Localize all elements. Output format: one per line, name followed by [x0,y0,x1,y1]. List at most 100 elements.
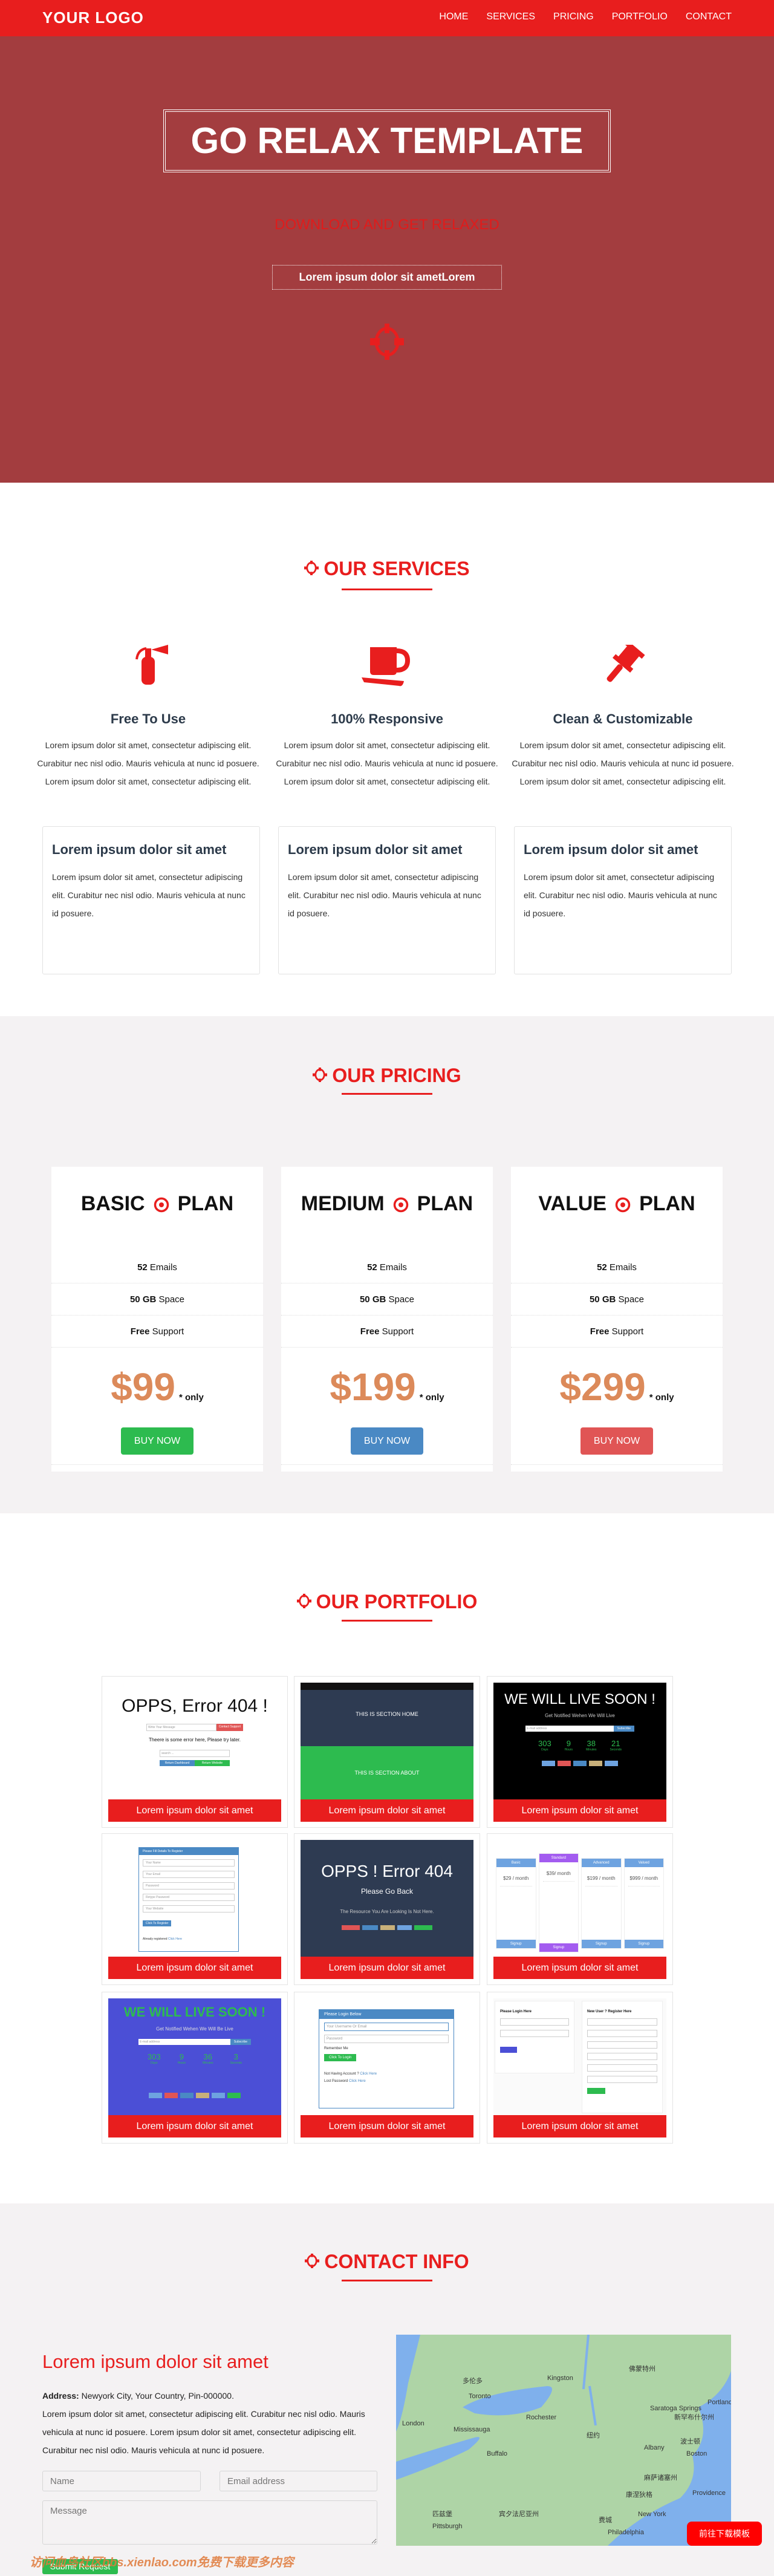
portfolio-caption: Lorem ipsum dolor sit amet [301,1957,473,1979]
thumb-title: OPPS, Error 404 ! [122,1696,268,1716]
plan-title: VALUE PLAN [511,1192,723,1228]
portfolio-item[interactable]: THIS IS SECTION HOME THIS IS SECTION ABO… [294,1676,480,1828]
plan-suffix: PLAN [177,1192,234,1215]
pricing-section: OUR PRICING BASIC PLAN 52 Emails 50 GB Sp… [0,1016,774,1513]
gavel-icon [607,645,645,682]
thumb-input: Password [324,2035,449,2043]
buy-now-button[interactable]: BUY NOW [351,1427,423,1455]
nav-services[interactable]: SERVICES [486,11,535,22]
thumb-plan: Valued $999 / month Signup [623,1858,664,1949]
thumb-text: Please Go Back [360,1887,414,1896]
nav-pricing[interactable]: PRICING [553,11,594,22]
portfolio-item[interactable]: Basic $29 / month Signup Standard $39/ month… [487,1833,673,1985]
message-textarea[interactable] [42,2500,377,2545]
portfolio-item[interactable]: Please Fill Details To Register Your Nam… [102,1833,288,1985]
portfolio-caption: Lorem ipsum dolor sit amet [108,1799,281,1822]
thumb-title: WE WILL LIVE SOON ! [123,2004,266,2020]
lake-ontario [463,2386,552,2416]
thumb-error-404-dark: OPPS ! Error 404 Please Go Back The Reso… [301,1840,473,1957]
name-input[interactable] [42,2471,201,2491]
thumb-input: Your Email [143,1871,235,1878]
plan-price: $299 * only [511,1348,723,1426]
address-label: Address: [42,2391,79,2401]
thumb-text: Theere is some error here, Please try la… [148,1737,241,1743]
map-label: Providence [692,2490,726,2497]
main-nav: HOME SERVICES PRICING PORTFOLIO CONTACT [439,11,732,22]
price-value: $99 [111,1365,175,1409]
heading-underline [342,1093,432,1095]
thumb-link: Click Here [167,1937,183,1941]
map-label: London [402,2420,424,2427]
email-input[interactable] [220,2471,377,2491]
buy-now-button[interactable]: BUY NOW [580,1427,653,1455]
download-template-button[interactable]: 前往下载模板 [687,2522,762,2546]
crosshairs-icon [305,2254,320,2268]
hero-button[interactable]: Lorem ipsum dolor sit ametLorem [272,265,502,290]
portfolio-item[interactable]: OPPS, Error 404 ! Write Your Message Cont… [102,1676,288,1828]
price-note: * only [419,1392,444,1403]
thumb-text: Get Notified Wehen We Will Be Live [156,2026,233,2032]
map-label: 纽约 [587,2431,600,2439]
portfolio-item[interactable]: OPPS ! Error 404 Please Go Back The Reso… [294,1833,480,1985]
map-label: Philadelphia [608,2529,645,2536]
thumb-title: Please Login Below [319,2010,454,2019]
service-card: Lorem ipsum dolor sit amet Lorem ipsum do… [514,826,732,974]
nav-portfolio[interactable]: PORTFOLIO [612,11,668,22]
service-text: Lorem ipsum dolor sit amet, consectetur … [276,740,498,786]
contact-title: CONTACT INFO [324,2251,469,2272]
thumb-plan: Advanced $199 / month Signup [581,1858,622,1949]
thumb-link: Click Here [349,2079,366,2083]
hero-title: GO RELAX TEMPLATE [163,109,611,172]
nav-home[interactable]: HOME [439,11,468,22]
card-title: Lorem ipsum dolor sit amet [524,842,698,857]
plan-title: MEDIUM PLAN [281,1192,493,1228]
pricing-plan: MEDIUM PLAN 52 Emails 50 GB Space Free Su… [281,1167,493,1472]
nav-contact[interactable]: CONTACT [686,11,732,22]
watermark: 访问血鸟社区bbs.xienlao.com免费下载更多内容 [30,2556,294,2569]
thumb-btn: Click To Login [324,2054,357,2061]
heading-underline [342,1620,432,1622]
service-item: Clean & Customizable Lorem ipsum dolor s… [505,711,741,791]
map[interactable]: Toronto Kingston Mississauga Rochester Buffa… [396,2335,731,2546]
thumb-error-404: OPPS, Error 404 ! Write Your Message Cont… [108,1683,281,1799]
map-label: New York [638,2511,666,2518]
pricing-title: OUR PRICING [332,1065,461,1086]
crosshairs-icon [304,561,319,575]
card-title: Lorem ipsum dolor sit amet [288,842,463,857]
thumb-search: search ... [160,1750,230,1757]
logo[interactable]: YOUR LOGO [42,8,144,27]
map-label: Albany [644,2444,665,2451]
price-value: $299 [559,1365,646,1409]
thumb-login-form: Please Login Below Your Username Or Emai… [301,1998,473,2115]
portfolio-item[interactable]: Please Login Below Your Username Or Emai… [294,1992,480,2144]
countdown-unit: 36 Minutes [203,2052,213,2065]
pricing-plan: BASIC PLAN 52 Emails 50 GB Space Free Sup… [51,1167,263,1472]
crosshairs-icon[interactable] [369,324,405,360]
thumb-title: New User ? Register Here [587,2010,632,2014]
portfolio-item[interactable]: WE WILL LIVE SOON ! Get Notified Wehen W… [487,1676,673,1828]
hero-subtitle: DOWNLOAD AND GET RELAXED [275,217,499,233]
thumb-input: E-mail address [525,1726,614,1732]
thumb-text: THIS IS SECTION ABOUT [301,1746,473,1799]
service-card: Lorem ipsum dolor sit amet Lorem ipsum do… [278,826,496,974]
contact-heading: CONTACT INFO [0,2251,774,2273]
thumb-btn: Return Dashboard [160,1760,195,1766]
portfolio-caption: Lorem ipsum dolor sit amet [493,1957,666,1979]
map-label: Mississauga [454,2426,490,2433]
target-icon [393,1197,408,1213]
buy-now-button[interactable]: BUY NOW [121,1427,194,1455]
plan-suffix: PLAN [639,1192,695,1215]
map-label: Kingston [547,2375,573,2382]
portfolio-caption: Lorem ipsum dolor sit amet [108,2115,281,2137]
atlantic [608,2371,731,2546]
site-header: YOUR LOGO HOME SERVICES PRICING PORTFOLI… [0,0,774,36]
plan-name: BASIC [80,1192,145,1215]
countdown-unit: 9 Hours [177,2052,186,2065]
thumb-input: Your Website [143,1905,235,1912]
portfolio-item[interactable]: WE WILL LIVE SOON ! Get Notified Wehen W… [102,1992,288,2144]
portfolio-item[interactable]: Please Login Here New User ? Register He… [487,1992,673,2144]
thumb-btn: Return Website [195,1760,230,1766]
thumb-link: Click Here [360,2072,377,2076]
map-label: 匹兹堡 [432,2509,452,2518]
thumb-text: Not Having Account ? [324,2072,360,2076]
